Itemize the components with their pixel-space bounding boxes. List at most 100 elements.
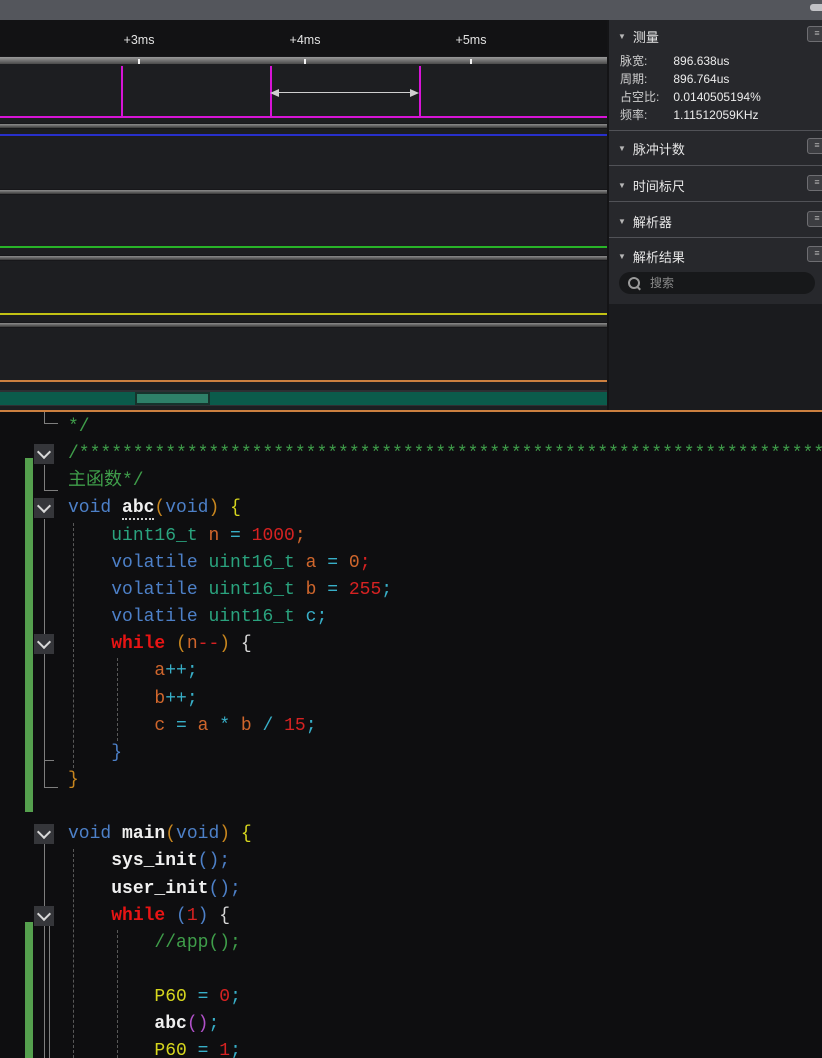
code-token: ; bbox=[360, 553, 371, 573]
ruler-tick bbox=[138, 59, 140, 64]
section-header-measure[interactable]: ▼ 测量 bbox=[618, 28, 659, 44]
collapse-triangle-icon[interactable]: ▼ bbox=[618, 32, 626, 41]
measure-value: 0.0140505194% bbox=[673, 90, 760, 104]
code-line[interactable]: P60 = 0; bbox=[68, 984, 241, 1011]
code-token: ; bbox=[306, 716, 317, 736]
section-menu-button[interactable]: ≡ bbox=[807, 211, 822, 227]
search-input[interactable] bbox=[648, 275, 806, 291]
code-token: ; bbox=[187, 689, 198, 709]
code-token bbox=[68, 634, 111, 654]
code-token: */ bbox=[68, 417, 90, 437]
code-line[interactable]: sys_init(); bbox=[68, 848, 230, 875]
code-line[interactable]: uint16_t n = 1000; bbox=[68, 523, 306, 550]
waveform-panel[interactable]: +3ms+4ms+5ms bbox=[0, 20, 607, 412]
collapse-triangle-icon[interactable]: ▼ bbox=[618, 181, 626, 190]
code-line[interactable]: //app(); bbox=[68, 930, 241, 957]
search-box[interactable] bbox=[619, 272, 815, 294]
code-token: //app(); bbox=[154, 933, 240, 953]
measurement-row: 脉宽: 896.638us bbox=[620, 52, 729, 68]
channel-separator[interactable] bbox=[0, 255, 607, 261]
section-header-pulse-count[interactable]: ▼ 脉冲计数 bbox=[618, 140, 685, 156]
code-token: ( bbox=[176, 634, 187, 654]
code-line[interactable]: user_init(); bbox=[68, 876, 241, 903]
section-header-parse-result[interactable]: ▼ 解析结果 bbox=[618, 248, 685, 264]
fold-chevron-icon[interactable] bbox=[34, 824, 54, 844]
code-line[interactable]: volatile uint16_t a = 0; bbox=[68, 550, 371, 577]
code-line[interactable]: /***************************************… bbox=[68, 441, 822, 468]
scrollbar-thumb[interactable] bbox=[135, 392, 210, 405]
code-token bbox=[68, 879, 111, 899]
section-header-time-ruler[interactable]: ▼ 时间标尺 bbox=[618, 177, 685, 193]
code-token: a bbox=[306, 553, 328, 573]
change-bar bbox=[25, 922, 33, 1058]
section-label: 解析结果 bbox=[633, 247, 685, 266]
code-line[interactable]: } bbox=[68, 767, 79, 794]
code-token: abc bbox=[122, 498, 154, 520]
code-token: 1000 bbox=[252, 526, 295, 546]
section-label: 时间标尺 bbox=[633, 176, 685, 195]
code-token: sys_init bbox=[111, 851, 197, 871]
fold-guide bbox=[44, 423, 58, 424]
channel2-baseline bbox=[0, 134, 607, 136]
fold-chevron-icon[interactable] bbox=[34, 498, 54, 518]
code-line[interactable]: P60 = 1; bbox=[68, 1038, 241, 1058]
code-token: ++ bbox=[165, 689, 187, 709]
code-line[interactable]: b++; bbox=[68, 686, 198, 713]
section-menu-button[interactable]: ≡ bbox=[807, 175, 822, 191]
code-token: c bbox=[154, 716, 176, 736]
code-line[interactable]: 主函数*/ bbox=[68, 468, 144, 495]
code-line[interactable]: volatile uint16_t c; bbox=[68, 604, 327, 631]
code-line[interactable]: void main(void) { bbox=[68, 821, 252, 848]
waveform-overview-scrollbar[interactable] bbox=[0, 390, 607, 406]
code-token: ; bbox=[295, 526, 306, 546]
measure-value: 896.764us bbox=[673, 72, 729, 86]
fold-chevron-icon[interactable] bbox=[34, 634, 54, 654]
signal-pulse bbox=[121, 66, 123, 117]
section-menu-button[interactable]: ≡ bbox=[807, 138, 822, 154]
collapse-triangle-icon[interactable]: ▼ bbox=[618, 217, 626, 226]
section-menu-button[interactable]: ≡ bbox=[807, 246, 822, 262]
measure-value: 1.11512059KHz bbox=[673, 108, 758, 122]
code-line[interactable]: while (n--) { bbox=[68, 631, 252, 658]
code-token: { bbox=[208, 906, 230, 926]
code-token: () bbox=[208, 879, 230, 899]
code-line[interactable]: volatile uint16_t b = 255; bbox=[68, 577, 392, 604]
code-token: 1 bbox=[219, 1041, 230, 1058]
code-token: /***************************************… bbox=[68, 444, 822, 464]
code-token bbox=[68, 661, 154, 681]
channel-separator[interactable] bbox=[0, 123, 607, 129]
section-header-parser[interactable]: ▼ 解析器 bbox=[618, 213, 672, 229]
fold-chevron-icon[interactable] bbox=[34, 906, 54, 926]
code-editor[interactable]: */ /*************************************… bbox=[0, 412, 822, 1058]
window-control-icon[interactable] bbox=[810, 4, 822, 11]
collapse-triangle-icon[interactable]: ▼ bbox=[618, 252, 626, 261]
code-token bbox=[68, 553, 111, 573]
time-label: +5ms bbox=[456, 33, 487, 47]
section-menu-button[interactable]: ≡ bbox=[807, 26, 822, 42]
code-token: } bbox=[68, 770, 79, 790]
time-ruler[interactable] bbox=[0, 56, 607, 64]
channel-separator[interactable] bbox=[0, 322, 607, 328]
code-token bbox=[68, 580, 111, 600]
code-line[interactable]: abc(); bbox=[68, 1011, 219, 1038]
code-line[interactable]: */ bbox=[68, 414, 90, 441]
code-token: () bbox=[187, 1014, 209, 1034]
code-line[interactable]: } bbox=[68, 740, 122, 767]
code-line[interactable]: a++; bbox=[68, 658, 198, 685]
code-token: ; bbox=[187, 661, 198, 681]
divider bbox=[609, 201, 822, 202]
measure-arrow-line bbox=[274, 92, 412, 93]
measure-label: 脉宽: bbox=[620, 52, 670, 69]
fold-chevron-icon[interactable] bbox=[34, 444, 54, 464]
code-line[interactable]: c = a * b / 15; bbox=[68, 713, 317, 740]
change-bar bbox=[25, 458, 33, 812]
code-token bbox=[68, 906, 111, 926]
collapse-triangle-icon[interactable]: ▼ bbox=[618, 144, 626, 153]
code-token: uint16_t bbox=[111, 526, 208, 546]
code-token: P60 bbox=[154, 1041, 197, 1058]
code-line[interactable]: void abc(void) { bbox=[68, 495, 241, 522]
code-line[interactable]: while (1) { bbox=[68, 903, 230, 930]
code-token: { bbox=[230, 824, 252, 844]
channel-separator[interactable] bbox=[0, 189, 607, 195]
fold-guide bbox=[44, 844, 45, 1058]
